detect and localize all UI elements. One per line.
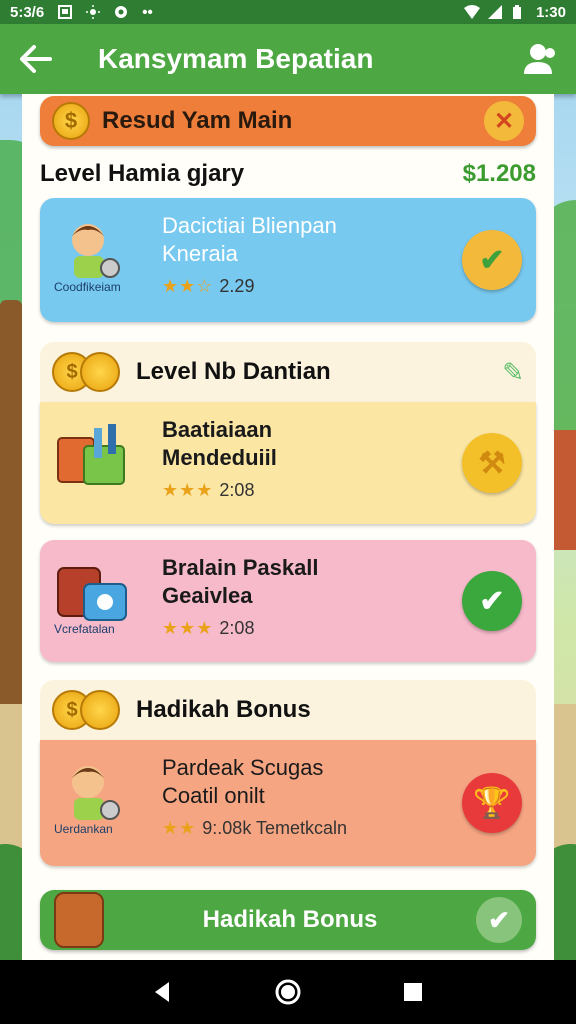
section-title: Hadikah Bonus — [136, 696, 311, 723]
card-title-line1: Baatiaiaan — [162, 417, 273, 442]
complete-button[interactable]: ✔ — [462, 571, 522, 631]
character-avatar: Uerdankan — [54, 754, 134, 836]
header-banner: $ Resud Yam Main ✕ — [40, 96, 536, 146]
square-recents-icon — [404, 983, 423, 1001]
card-meta: 2.29 — [219, 276, 255, 296]
sun-icon — [86, 5, 101, 19]
level-row: Level Hamia gjary $1.208 — [40, 158, 536, 190]
record-icon — [114, 5, 128, 19]
trophy-button[interactable]: 🏆 — [462, 773, 522, 833]
level-amount: $1.208 — [462, 160, 536, 187]
navigation-bar — [0, 960, 576, 1024]
rating-stars: ★★ — [162, 818, 197, 838]
character-avatar: Coodfikeiam — [54, 212, 134, 294]
nav-back-button[interactable] — [143, 972, 183, 1012]
app-title: Kansymam Bepatian — [98, 43, 374, 74]
profile-button[interactable] — [522, 41, 558, 77]
nav-home-button[interactable] — [268, 972, 308, 1012]
bonus-button-label: Hadikah Bonus — [202, 906, 378, 933]
close-icon: ✕ — [493, 107, 515, 135]
tools-button[interactable]: ⚒ — [462, 433, 522, 493]
card-meta: 2:08 — [219, 480, 255, 500]
coin-icon — [80, 690, 120, 730]
notification-icon — [58, 5, 73, 19]
user-icon — [524, 44, 555, 74]
section-header: $ Level Nb Dantian ✎ — [40, 342, 536, 402]
card-title-line1: Pardeak Scugas — [162, 755, 324, 780]
avatar-caption: Uerdankan — [54, 822, 113, 836]
quest-card[interactable]: Vcrefatalan Bralain Paskall Geaivlea ★★★… — [40, 540, 536, 662]
rating-stars: ★★★ — [162, 480, 214, 500]
quest-card[interactable]: Coodfikeiam Dacictiai Blienpan Kneraia ★… — [40, 198, 536, 322]
close-button[interactable]: ✕ — [484, 101, 524, 141]
hammer-icon: ⚒ — [478, 446, 506, 480]
coins-stack-icon: $ — [52, 690, 120, 730]
card-meta: 2:08 — [219, 618, 255, 638]
check-icon: ✔ — [479, 243, 505, 277]
section-title: Level Nb Dantian — [136, 358, 331, 385]
coin-icon: $ — [52, 102, 90, 140]
wifi-icon — [463, 5, 480, 19]
suitcase-icon: Vcrefatalan — [54, 554, 134, 636]
quest-card[interactable]: Uerdankan Pardeak Scugas Coatil onilt ★★… — [40, 740, 536, 866]
app-bar: Kansymam Bepatian — [0, 24, 576, 94]
bag-icon — [54, 892, 104, 948]
quest-card[interactable]: Baatiaiaan Mendeduiil ★★★ 2:08 ⚒ — [40, 402, 536, 524]
avatar-caption: Vcrefatalan — [54, 622, 115, 636]
header-banner-label: Resud Yam Main — [102, 107, 293, 134]
complete-button[interactable]: ✔ — [462, 230, 522, 290]
rating-stars: ★★★ — [162, 618, 214, 638]
coins-stack-icon: $ — [52, 352, 120, 392]
books-icon — [54, 416, 134, 496]
more-notifications-icon: •• — [142, 3, 153, 21]
card-meta: 9:.08k Temetkcaln — [202, 818, 348, 838]
level-name: Level Hamia gjary — [40, 160, 245, 187]
tree-trunk-left — [0, 300, 22, 720]
card-title-line1: Dacictiai Blienpan — [162, 213, 337, 238]
nav-recents-button[interactable] — [393, 972, 433, 1012]
section-header: $ Hadikah Bonus — [40, 680, 536, 740]
pencil-icon: ✎ — [502, 356, 524, 387]
signal-icon — [487, 5, 502, 19]
status-bar: 5:3/6 •• 1:30 — [0, 0, 576, 24]
status-time-left: 5:3/6 — [10, 3, 45, 21]
back-button[interactable] — [18, 41, 54, 77]
rating-stars: ★★☆ — [162, 276, 214, 296]
triangle-back-icon — [154, 982, 169, 1002]
bonus-button[interactable]: Hadikah Bonus ✔ — [40, 890, 536, 950]
avatar-caption: Coodfikeiam — [54, 280, 121, 294]
main-panel: $ Resud Yam Main ✕ Level Hamia gjary $1.… — [22, 94, 554, 960]
back-arrow-icon — [20, 45, 52, 73]
check-icon: ✔ — [476, 897, 522, 943]
status-time-right: 1:30 — [535, 3, 566, 21]
check-icon: ✔ — [479, 584, 505, 618]
trophy-icon: 🏆 — [473, 786, 511, 820]
battery-icon — [512, 5, 526, 19]
home-circle-icon — [275, 979, 301, 1005]
coin-icon — [80, 352, 120, 392]
card-title-line1: Bralain Paskall — [162, 555, 319, 580]
